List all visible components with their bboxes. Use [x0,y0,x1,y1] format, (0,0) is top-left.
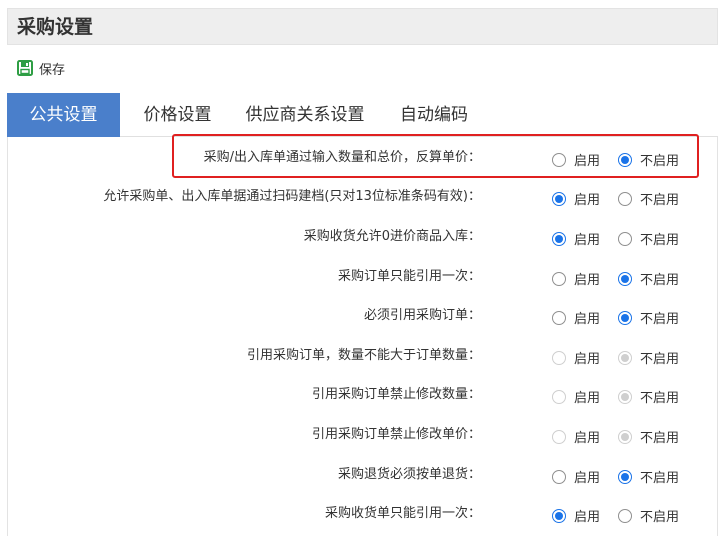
setting-row-must-reference-order: 必须引用采购订单： 启用 不启用 [8,302,718,330]
radio-circle [552,469,566,484]
enable-radio: 启用 [552,427,600,446]
save-button-label: 保存 [39,62,66,78]
radio-circle [618,231,632,246]
enable-label: 启用 [574,273,601,288]
radio-circle [552,310,566,325]
enable-label: 启用 [574,510,601,525]
setting-row-lock-unit-price: 引用采购订单禁止修改单价： 启用 不启用 [8,421,718,449]
page-title: 采购设置 [17,16,94,38]
enable-radio[interactable]: 启用 [552,506,600,525]
tab-price-settings[interactable]: 价格设置 [120,93,235,137]
setting-row-scan-barcode: 允许采购单、出入库单据通过扫码建档(只对13位标准条码有效)： 启用 不启用 [8,183,718,211]
disable-radio[interactable]: 不启用 [618,506,679,525]
enable-label: 启用 [574,352,601,367]
disable-label: 不启用 [640,471,680,486]
setting-label: 采购收货允许0进价商品入库： [303,229,481,244]
disable-label: 不启用 [640,510,680,525]
radio-circle [552,191,566,206]
save-icon [17,60,33,76]
radio-circle [618,271,632,286]
enable-label: 启用 [574,431,601,446]
disable-radio[interactable]: 不启用 [618,189,679,208]
enable-label: 启用 [574,233,601,248]
enable-radio[interactable]: 启用 [552,308,600,327]
enable-radio: 启用 [552,348,600,367]
tab-supplier-relation-settings[interactable]: 供应商关系设置 [235,93,375,137]
disable-radio: 不启用 [618,387,679,406]
radio-circle [618,191,632,206]
disable-radio[interactable]: 不启用 [618,229,679,248]
disable-radio: 不启用 [618,427,679,446]
enable-label: 启用 [574,193,601,208]
highlight-annotation-box [172,134,699,178]
setting-label: 采购收货单只能引用一次： [324,506,481,521]
setting-row-receipt-reference-once: 采购收货单只能引用一次： 启用 不启用 [8,500,718,528]
setting-label: 引用采购订单禁止修改单价： [311,427,481,442]
setting-label: 引用采购订单，数量不能大于订单数量： [246,348,481,363]
enable-label: 启用 [574,391,601,406]
enable-radio: 启用 [552,387,600,406]
setting-row-zero-price-inbound: 采购收货允许0进价商品入库： 启用 不启用 [8,223,718,251]
title-bar: 采购设置 [7,8,718,45]
enable-radio[interactable]: 启用 [552,467,600,486]
radio-circle [618,508,632,523]
setting-row-order-reference-once: 采购订单只能引用一次： 启用 不启用 [8,263,718,291]
disable-label: 不启用 [640,431,680,446]
disable-radio[interactable]: 不启用 [618,269,679,288]
tab-auto-coding[interactable]: 自动编码 [375,93,493,137]
setting-row-return-by-order: 采购退货必须按单退货： 启用 不启用 [8,461,718,489]
radio-circle [552,389,566,404]
disable-label: 不启用 [640,233,680,248]
tab-bar: 公共设置 价格设置 供应商关系设置 自动编码 [7,93,718,137]
setting-label: 引用采购订单禁止修改数量： [311,387,481,402]
setting-label: 采购退货必须按单退货： [337,467,481,482]
toolbar: 保存 [7,45,718,91]
disable-label: 不启用 [640,352,680,367]
tab-common-settings[interactable]: 公共设置 [7,93,120,137]
purchase-settings-page: 采购设置 保存 公共设置 价格设置 供应商关系设置 自动编码 采购/出入库单通过… [0,0,718,536]
disable-radio[interactable]: 不启用 [618,308,679,327]
disable-radio: 不启用 [618,348,679,367]
enable-radio[interactable]: 启用 [552,189,600,208]
enable-label: 启用 [574,312,601,327]
setting-label: 必须引用采购订单： [363,308,481,323]
radio-circle [618,429,632,444]
disable-label: 不启用 [640,312,680,327]
radio-circle [618,350,632,365]
radio-circle [618,389,632,404]
disable-radio[interactable]: 不启用 [618,467,679,486]
enable-label: 启用 [574,471,601,486]
enable-radio[interactable]: 启用 [552,229,600,248]
radio-circle [552,350,566,365]
radio-circle [618,310,632,325]
radio-circle [618,469,632,484]
setting-row-quantity-limit: 引用采购订单，数量不能大于订单数量： 启用 不启用 [8,342,718,370]
setting-label: 采购订单只能引用一次： [337,269,481,284]
radio-circle [552,508,566,523]
radio-circle [552,429,566,444]
disable-label: 不启用 [640,273,680,288]
disable-label: 不启用 [640,193,680,208]
setting-row-lock-quantity: 引用采购订单禁止修改数量： 启用 不启用 [8,381,718,409]
radio-circle [552,271,566,286]
save-button[interactable]: 保存 [17,57,65,79]
disable-label: 不启用 [640,391,680,406]
setting-label: 允许采购单、出入库单据通过扫码建档(只对13位标准条码有效)： [103,189,481,204]
radio-circle [552,231,566,246]
settings-panel: 采购/出入库单通过输入数量和总价，反算单价： 启用 不启用 允许采购单、出入库单… [7,137,718,536]
enable-radio[interactable]: 启用 [552,269,600,288]
